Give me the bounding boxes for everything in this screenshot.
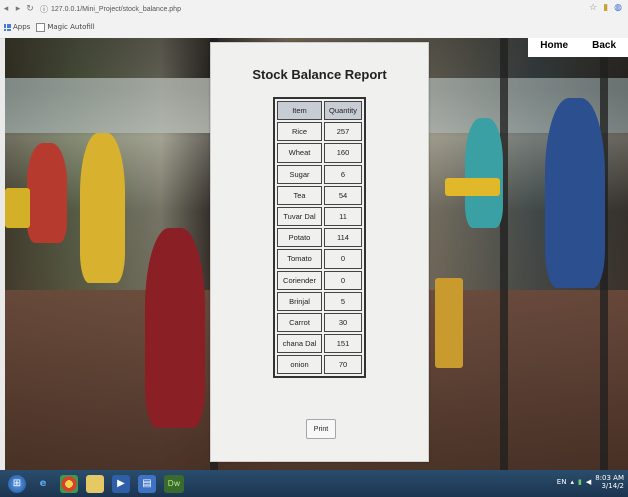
- background-chair: [5, 188, 30, 228]
- network-icon[interactable]: ▮: [578, 478, 582, 486]
- quantity-cell: 257: [324, 122, 362, 142]
- background-pillar: [500, 38, 508, 470]
- quantity-cell: 0: [324, 270, 362, 290]
- address-bar[interactable]: ⓘ 127.0.0.1/Mini_Project/stock_balance.p…: [40, 4, 181, 15]
- table-row: Brinjal 5: [277, 291, 362, 311]
- browser-chrome: ◂ ▸ ↻ ⓘ 127.0.0.1/Mini_Project/stock_bal…: [0, 0, 628, 39]
- quantity-cell: 6: [324, 164, 362, 184]
- item-cell: Tuvar Dal: [277, 206, 322, 227]
- clock[interactable]: 8:03 AM 3/14/2: [595, 474, 624, 490]
- reload-icon[interactable]: ↻: [24, 4, 36, 14]
- back-link[interactable]: Back: [580, 38, 628, 57]
- background-person: [145, 228, 205, 428]
- column-header-item: Item: [277, 101, 322, 121]
- apps-grid-icon: [4, 23, 11, 31]
- tray-arrow-icon[interactable]: ▴: [570, 478, 574, 486]
- system-tray: EN ▴ ▮ ◀ 8:03 AM 3/14/2: [557, 474, 624, 490]
- quantity-cell: 11: [324, 206, 362, 227]
- table-row: onion 70: [277, 355, 362, 375]
- item-cell: Rice: [277, 122, 322, 142]
- table-row: Wheat 160: [277, 143, 362, 163]
- chrome-icon[interactable]: [60, 474, 78, 493]
- quantity-cell: 54: [324, 185, 362, 205]
- dreamweaver-icon[interactable]: Dw: [164, 474, 184, 493]
- volume-icon[interactable]: ◀: [586, 478, 591, 486]
- table-row: chana Dal 151: [277, 334, 362, 354]
- item-cell: chana Dal: [277, 334, 322, 354]
- clock-time: 8:03 AM: [595, 474, 624, 482]
- table-row: Rice 257: [277, 122, 362, 142]
- report-card: Stock Balance Report Item Quantity Rice 2…: [210, 42, 429, 462]
- browser-actions: ☆ ▮ ◍: [589, 3, 622, 13]
- item-cell: Wheat: [277, 143, 322, 163]
- file-explorer-icon[interactable]: [86, 474, 104, 493]
- item-cell: onion: [277, 355, 322, 375]
- background-person: [80, 133, 125, 283]
- extension-icon-2[interactable]: ◍: [614, 3, 622, 13]
- page-icon: [36, 22, 46, 32]
- bookmark-magic-autofill[interactable]: Magic Autofill: [36, 22, 95, 32]
- table-row: Tea 54: [277, 185, 362, 205]
- item-cell: Tomato: [277, 249, 322, 269]
- bookmark-label: Apps: [13, 23, 31, 31]
- info-icon: ⓘ: [40, 4, 48, 14]
- start-button-icon[interactable]: ⊞: [8, 474, 26, 493]
- quantity-cell: 151: [324, 334, 362, 354]
- bookmarks-bar: Apps Magic Autofill: [0, 20, 95, 34]
- background-person: [465, 118, 503, 228]
- table-row: Tuvar Dal 11: [277, 206, 362, 227]
- quantity-cell: 114: [324, 228, 362, 248]
- taskbar: ⊞ e ▶ ▤ Dw EN ▴ ▮ ◀ 8:03 AM 3/14/2: [0, 470, 628, 497]
- url-text[interactable]: 127.0.0.1/Mini_Project/stock_balance.php: [51, 6, 181, 13]
- clock-date: 3/14/2: [601, 482, 624, 490]
- quantity-cell: 30: [324, 312, 362, 333]
- page-title: Stock Balance Report: [252, 67, 387, 82]
- quantity-cell: 0: [324, 249, 362, 269]
- background-person: [545, 98, 605, 288]
- column-header-quantity: Quantity: [324, 101, 362, 121]
- star-icon[interactable]: ☆: [589, 3, 597, 13]
- stock-table: Item Quantity Rice 257 Wheat 160 Sugar 6 Te…: [273, 97, 366, 379]
- home-link[interactable]: Home: [528, 38, 581, 57]
- table-row: Coriender 0: [277, 270, 362, 290]
- item-cell: Sugar: [277, 164, 322, 184]
- extension-icon[interactable]: ▮: [603, 3, 608, 13]
- table-row: Tomato 0: [277, 249, 362, 269]
- bookmark-label: Magic Autofill: [47, 23, 95, 31]
- media-player-icon[interactable]: ▶: [112, 474, 130, 493]
- table-row: Sugar 6: [277, 164, 362, 184]
- quantity-cell: 5: [324, 291, 362, 311]
- item-cell: Brinjal: [277, 291, 322, 311]
- background-chair: [435, 278, 463, 368]
- table-row: Carrot 30: [277, 312, 362, 333]
- table-row: Potato 114: [277, 228, 362, 248]
- browser-nav-row: ◂ ▸ ↻ ⓘ 127.0.0.1/Mini_Project/stock_bal…: [0, 0, 628, 18]
- internet-explorer-icon[interactable]: e: [34, 475, 52, 493]
- item-cell: Coriender: [277, 270, 322, 290]
- item-cell: Potato: [277, 228, 322, 248]
- background-person: [27, 143, 67, 243]
- item-cell: Carrot: [277, 312, 322, 333]
- document-icon[interactable]: ▤: [138, 474, 156, 493]
- table-header-row: Item Quantity: [277, 101, 362, 121]
- print-button[interactable]: Print: [306, 419, 336, 439]
- background-table-yellow: [445, 178, 500, 196]
- forward-arrow-icon[interactable]: ▸: [12, 4, 24, 14]
- back-arrow-icon[interactable]: ◂: [0, 4, 12, 14]
- language-indicator[interactable]: EN: [557, 478, 567, 486]
- bookmark-apps[interactable]: Apps: [4, 23, 30, 31]
- site-nav: Home Back: [528, 38, 628, 57]
- quantity-cell: 70: [324, 355, 362, 375]
- item-cell: Tea: [277, 185, 322, 205]
- quantity-cell: 160: [324, 143, 362, 163]
